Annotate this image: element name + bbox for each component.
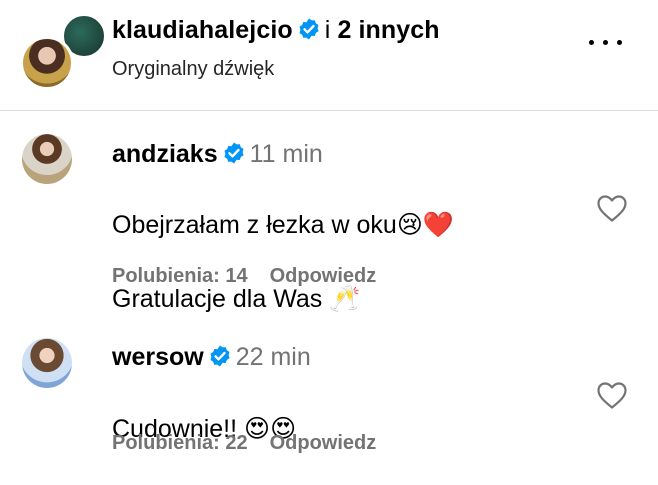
comment-text-line: Obejrzałam z łezka w oku😢❤️ [112, 211, 455, 239]
comment-header: wersow 22 min [112, 343, 311, 372]
reply-button[interactable]: Odpowiedz [270, 432, 377, 454]
comment-actions: Polubienia: 22 Odpowiedz [112, 432, 376, 455]
post-header: klaudiahalejcio i 2 innych Oryginalny dźw… [0, 0, 658, 110]
collab-count-link[interactable]: 2 innych [337, 16, 439, 44]
dot [617, 40, 622, 45]
dot [603, 40, 608, 45]
more-horizontal-icon[interactable] [586, 30, 626, 54]
likes-count[interactable]: Polubienia: 14 [112, 265, 248, 287]
divider [0, 110, 658, 111]
avatar-wersow[interactable] [22, 338, 72, 388]
heart-outline-icon[interactable] [596, 380, 628, 410]
avatar-andziaks[interactable] [22, 134, 72, 184]
post-author-line: klaudiahalejcio i 2 innych [112, 16, 440, 45]
comment-text: Cudownie!! 😍😍 [112, 374, 296, 485]
comment-text: Obejrzałam z łezka w oku😢❤️ Gratulacje d… [112, 170, 454, 355]
comment-username[interactable]: wersow [112, 343, 204, 371]
reply-button[interactable]: Odpowiedz [270, 265, 377, 287]
verified-badge-icon [224, 142, 244, 164]
comment-username[interactable]: andziaks [112, 140, 218, 168]
verified-badge-icon [299, 18, 319, 40]
collab-prefix: i [324, 16, 331, 44]
author-username[interactable]: klaudiahalejcio [112, 16, 293, 44]
dot [589, 40, 594, 45]
comment-actions: Polubienia: 14 Odpowiedz [112, 265, 376, 288]
audio-label[interactable]: Oryginalny dźwięk [112, 58, 274, 81]
avatar-klaudiahalejcio[interactable] [20, 36, 74, 90]
collab-avatars[interactable] [20, 14, 106, 90]
comment-time[interactable]: 22 min [236, 343, 311, 371]
likes-count[interactable]: Polubienia: 22 [112, 432, 248, 454]
comment-header: andziaks 11 min [112, 140, 323, 169]
heart-outline-icon[interactable] [596, 193, 628, 223]
comment-time[interactable]: 11 min [250, 140, 323, 168]
verified-badge-icon [210, 345, 230, 367]
